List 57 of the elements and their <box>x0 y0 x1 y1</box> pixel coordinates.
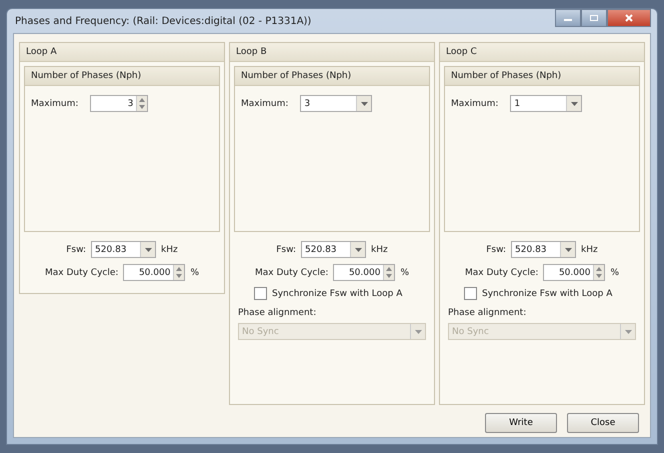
unit-label: % <box>610 268 619 278</box>
panel-title: Loop C <box>446 47 477 57</box>
field-label: Maximum: <box>31 98 78 108</box>
fsw-dropdown[interactable]: 520.83 <box>301 241 366 258</box>
maximum-dropdown[interactable]: 1 <box>510 95 582 112</box>
close-icon <box>624 14 634 22</box>
up-arrow-icon[interactable] <box>176 266 182 271</box>
window-title: Phases and Frequency: (Rail: Devices:digital (02 - P1331A)) <box>14 16 312 26</box>
duty-cycle-spinner[interactable]: 50.000 <box>123 264 186 281</box>
field-label: Phase alignment: <box>238 308 316 318</box>
up-arrow-icon[interactable] <box>596 266 602 271</box>
dropdown-arrow-icon[interactable] <box>144 248 152 252</box>
dialog-button[interactable]: Close <box>567 413 639 433</box>
maximize-button[interactable] <box>581 9 607 27</box>
down-arrow-icon[interactable] <box>139 105 146 110</box>
duty-cycle-spinner[interactable]: 50.000 <box>543 264 606 281</box>
maximum-spinner[interactable]: 3 <box>90 95 148 112</box>
field-label: Max Duty Cycle: <box>254 268 328 278</box>
dropdown-arrow-icon[interactable] <box>564 248 572 252</box>
down-arrow-icon[interactable] <box>176 274 182 278</box>
dialog-button[interactable]: Write <box>485 413 557 433</box>
up-arrow-icon[interactable] <box>139 98 146 102</box>
unit-label: % <box>400 268 409 278</box>
checkbox-label[interactable]: Synchronize Fsw with Loop A <box>482 288 612 298</box>
field-label: Max Duty Cycle: <box>464 268 538 278</box>
field-label: Fsw: <box>276 244 296 254</box>
unit-label: kHz <box>161 244 178 254</box>
minimize-button[interactable] <box>555 9 581 27</box>
field-label: Maximum: <box>241 98 288 108</box>
field-label: Fsw: <box>486 244 506 254</box>
field-label: Fsw: <box>66 244 86 254</box>
checkbox[interactable] <box>464 287 477 300</box>
maximum-dropdown[interactable]: 3 <box>300 95 372 112</box>
dropdown-arrow-icon[interactable] <box>354 248 362 252</box>
checkbox[interactable] <box>254 287 267 300</box>
group-title: Number of Phases (Nph) <box>241 71 352 81</box>
group-title: Number of Phases (Nph) <box>451 71 562 81</box>
down-arrow-icon[interactable] <box>386 274 392 278</box>
field-label: Max Duty Cycle: <box>44 268 118 278</box>
down-arrow-icon[interactable] <box>596 274 602 278</box>
field-label: Phase alignment: <box>448 308 526 318</box>
dropdown-arrow-icon[interactable] <box>360 102 368 106</box>
checkbox-label[interactable]: Synchronize Fsw with Loop A <box>272 288 402 298</box>
fsw-dropdown[interactable]: 520.83 <box>511 241 576 258</box>
duty-cycle-spinner[interactable]: 50.000 <box>333 264 396 281</box>
fsw-dropdown[interactable]: 520.83 <box>91 241 156 258</box>
maximize-icon <box>589 14 599 22</box>
dropdown-arrow-icon[interactable] <box>570 102 578 106</box>
field-label: Maximum: <box>451 98 498 108</box>
group-title: Number of Phases (Nph) <box>31 71 142 81</box>
panel-title: Loop B <box>236 47 267 57</box>
unit-label: kHz <box>371 244 388 254</box>
unit-label: kHz <box>581 244 598 254</box>
up-arrow-icon[interactable] <box>386 266 392 271</box>
panel-title: Loop A <box>26 47 57 57</box>
unit-label: % <box>190 268 199 278</box>
close-button[interactable] <box>607 9 651 27</box>
